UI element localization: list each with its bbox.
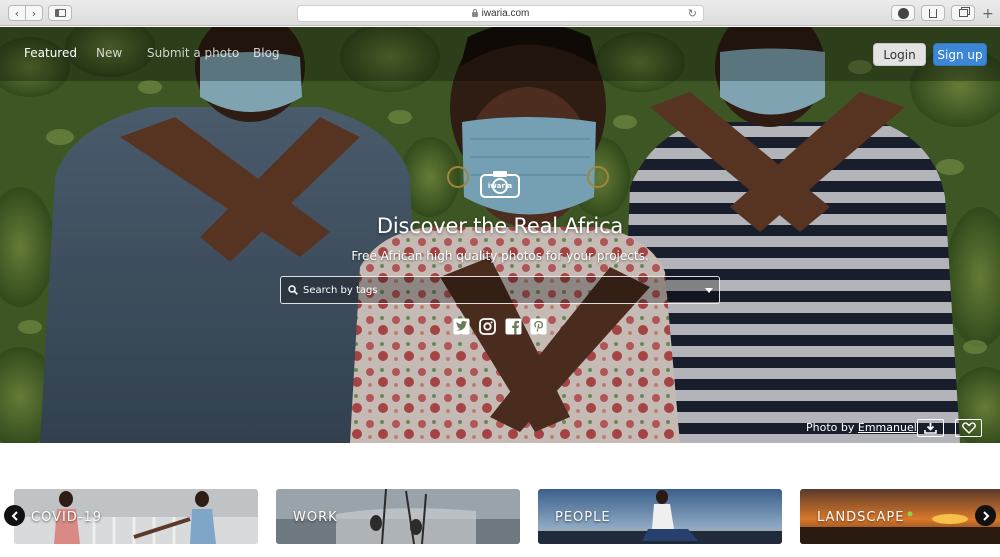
sidebar-icon: [54, 9, 66, 17]
hero-section: Featured New Submit a photo Blog Login S…: [0, 27, 1000, 443]
downloads-button[interactable]: [891, 5, 915, 21]
category-label: COVID-19: [31, 510, 103, 525]
signup-button[interactable]: Sign up: [933, 43, 987, 66]
twitter-icon[interactable]: [453, 318, 470, 335]
nav-featured[interactable]: Featured: [24, 46, 77, 60]
carousel-next-button[interactable]: [975, 505, 996, 526]
search-icon: [288, 285, 298, 295]
login-button[interactable]: Login: [873, 43, 926, 66]
category-card-people[interactable]: PEOPLE: [538, 489, 782, 544]
category-carousel: COVID-19 WORK PEOPLE LANDSCAPE: [0, 489, 1000, 545]
category-card-covid19[interactable]: COVID-19: [14, 489, 258, 544]
download-photo-button[interactable]: [917, 419, 944, 437]
new-tab-button[interactable]: +: [982, 6, 994, 22]
top-navigation: Featured New Submit a photo Blog Login S…: [0, 27, 1000, 81]
chevron-right-icon: ›: [31, 6, 37, 20]
hero-title: Discover the Real Africa: [376, 214, 624, 238]
address-text: iwaria.com: [481, 8, 530, 19]
category-card-landscape[interactable]: LANDSCAPE: [800, 489, 1000, 544]
back-button[interactable]: ‹: [8, 5, 26, 21]
chevron-down-icon[interactable]: [705, 288, 713, 293]
tag-search-box[interactable]: [280, 276, 720, 304]
chevron-right-icon: [982, 510, 989, 521]
favorite-photo-button[interactable]: [955, 419, 982, 437]
nav-new[interactable]: New: [96, 46, 122, 60]
category-card-work[interactable]: WORK: [276, 489, 520, 544]
tab-overview-button[interactable]: [951, 5, 975, 21]
reload-icon[interactable]: ↻: [688, 7, 697, 20]
hero-subtitle: Free African high quality photos for you…: [351, 249, 649, 263]
nav-submit-photo[interactable]: Submit a photo: [147, 46, 239, 60]
nav-blog[interactable]: Blog: [253, 46, 280, 60]
credit-prefix: Photo by: [806, 421, 855, 434]
share-icon: [929, 8, 937, 18]
download-icon: [897, 7, 909, 19]
photo-credit: Photo by Emmanuel: [806, 421, 917, 434]
category-label: LANDSCAPE: [817, 510, 905, 525]
category-label: WORK: [293, 510, 338, 525]
carousel-prev-button[interactable]: [4, 505, 25, 526]
forward-button[interactable]: ›: [25, 5, 43, 21]
pinterest-icon[interactable]: [530, 318, 547, 335]
download-icon: [924, 422, 937, 434]
instagram-icon[interactable]: [479, 318, 496, 335]
lock-icon: [471, 9, 478, 17]
chevron-left-icon: ‹: [14, 6, 20, 20]
search-input[interactable]: [303, 282, 693, 299]
tabs-icon: [958, 9, 968, 17]
category-label: PEOPLE: [555, 510, 611, 525]
heart-icon: [961, 422, 976, 434]
address-bar[interactable]: iwaria.com ↻: [297, 5, 704, 22]
chevron-left-icon: [11, 510, 18, 521]
browser-toolbar: ‹ › iwaria.com ↻ +: [0, 0, 1000, 26]
iwaria-logo: iwaria: [480, 171, 520, 198]
facebook-icon[interactable]: [505, 318, 522, 335]
logo-text: iwaria: [488, 182, 512, 190]
sidebar-toggle-button[interactable]: [48, 5, 72, 21]
credit-author-link[interactable]: Emmanuel: [858, 421, 917, 434]
share-button[interactable]: [921, 5, 945, 21]
